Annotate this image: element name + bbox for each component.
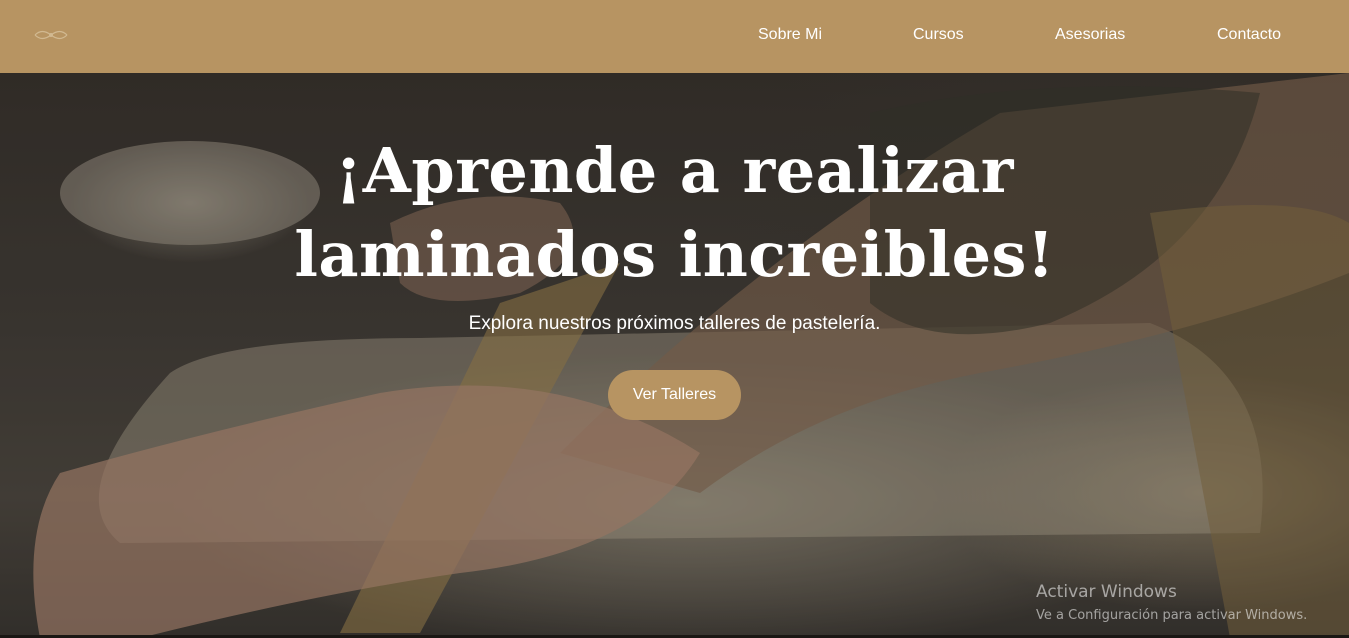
watermark-subtitle: Ve a Configuración para activar Windows. [1036, 608, 1308, 623]
hero-section: ¡Aprende a realizar laminados increibles… [0, 73, 1349, 638]
hero-title-line-1: ¡Aprende a realizar [335, 134, 1014, 207]
nav-link-sobre-mi[interactable]: Sobre Mi [758, 26, 822, 44]
hero-title-line-2: laminados increibles! [294, 218, 1055, 291]
ver-talleres-button[interactable]: Ver Talleres [608, 370, 741, 420]
nav-link-asesorias[interactable]: Asesorias [1055, 26, 1125, 44]
watermark-title: Activar Windows [1036, 582, 1177, 602]
nav-link-cursos[interactable]: Cursos [913, 26, 964, 44]
ornament-logo-icon[interactable] [33, 26, 69, 44]
nav-link-contacto[interactable]: Contacto [1217, 26, 1281, 44]
hero-subtitle: Explora nuestros próximos talleres de pa… [468, 313, 881, 334]
hero-title: ¡Aprende a realizar laminados increibles… [0, 129, 1349, 297]
navbar: Sobre Mi Cursos Asesorias Contacto [0, 0, 1349, 73]
windows-activation-watermark: Activar Windows Ve a Configuración para … [1036, 582, 1307, 625]
